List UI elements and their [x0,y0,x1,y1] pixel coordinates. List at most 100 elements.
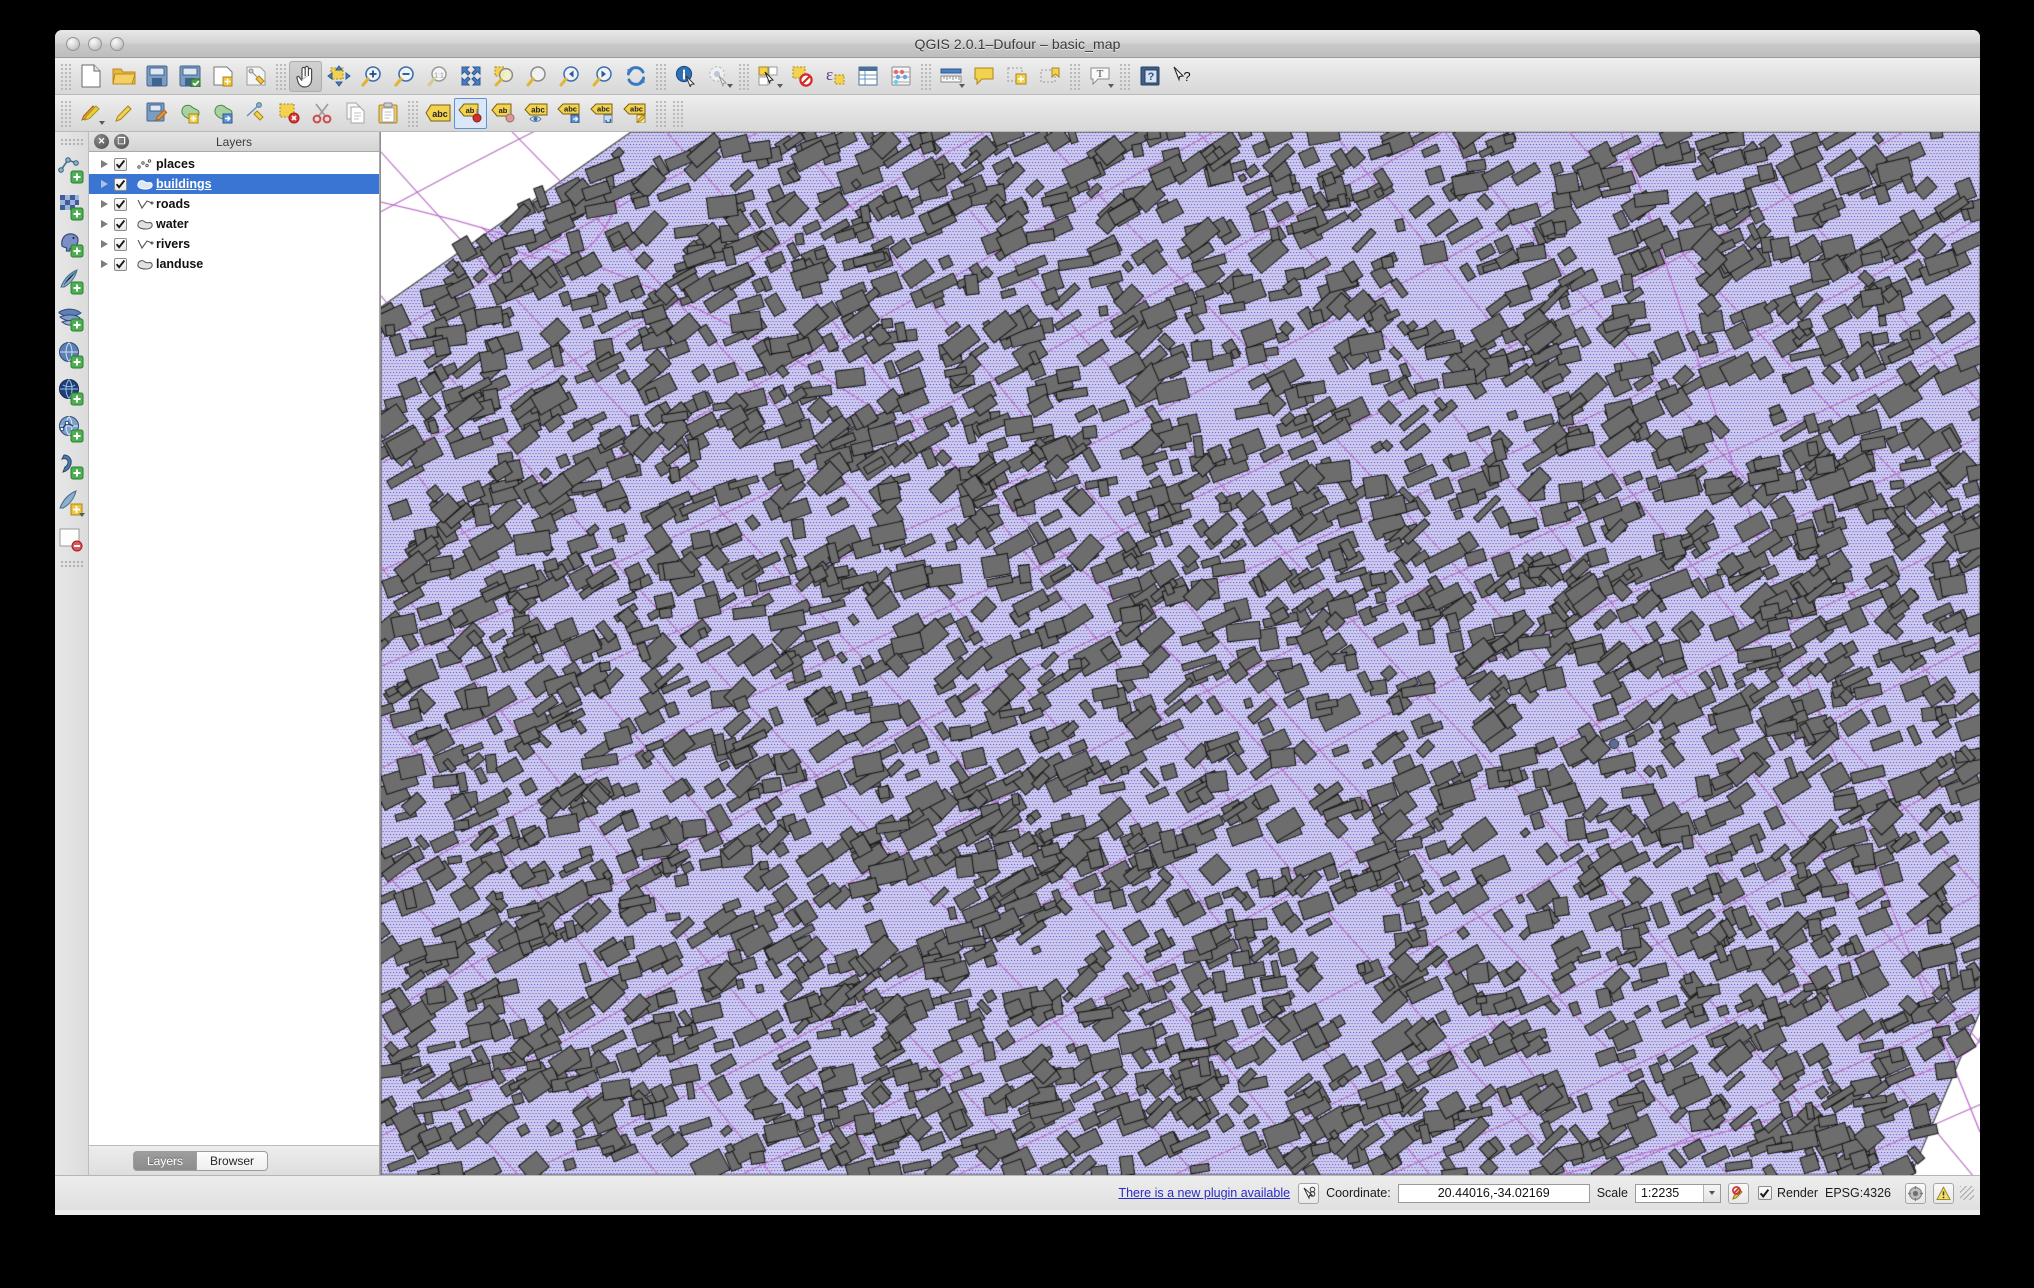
expand-layer-icon[interactable] [97,180,111,188]
node-tool-icon[interactable] [239,98,272,129]
layer-tree[interactable]: placesbuildingsroadswaterriverslanduse [89,152,379,1145]
toolbar-grip[interactable] [655,100,666,127]
toolbar-grip[interactable] [1119,63,1130,90]
tab-layers[interactable]: Layers [133,1151,197,1171]
map-tips-icon[interactable] [702,61,735,92]
remove-layer-icon[interactable] [57,521,87,558]
layer-visibility-checkbox[interactable] [114,178,127,191]
map-canvas-container[interactable] [380,132,1980,1175]
expand-layer-icon[interactable] [97,160,111,168]
zoom-in-icon[interactable] [355,61,388,92]
select-features-icon[interactable] [752,61,785,92]
toolbar-grip[interactable] [60,63,71,90]
render-checkbox[interactable] [1758,1186,1772,1200]
render-toggle[interactable]: Render [1758,1186,1818,1200]
crs-status-icon[interactable] [1905,1183,1926,1204]
toolbar-grip[interactable] [275,63,286,90]
zoom-next-icon[interactable] [586,61,619,92]
rotate-label-icon[interactable]: abc [586,98,619,129]
add-wcs-layer-icon[interactable] [57,336,87,373]
toolbar-grip[interactable] [672,100,683,127]
layer-row-places[interactable]: places [89,154,379,174]
map-canvas[interactable] [381,132,1980,1175]
save-project-icon[interactable] [140,61,173,92]
tab-browser[interactable]: Browser [197,1151,268,1171]
new-print-composer-icon[interactable] [206,61,239,92]
layer-visibility-checkbox[interactable] [114,158,127,171]
chevron-down-icon[interactable] [1703,1185,1720,1202]
new-spatialite-layer-icon[interactable] [57,484,87,521]
add-vector-layer-icon[interactable] [57,151,87,188]
toolbar-grip[interactable] [1069,63,1080,90]
add-mssql-layer-icon[interactable] [57,299,87,336]
move-feature-icon[interactable] [206,98,239,129]
message-log-icon[interactable] [1298,1183,1319,1204]
delete-selected-icon[interactable] [272,98,305,129]
layer-row-water[interactable]: water [89,214,379,234]
cut-features-icon[interactable] [305,98,338,129]
layer-row-roads[interactable]: roads [89,194,379,214]
open-attribute-table-icon[interactable] [851,61,884,92]
zoom-out-icon[interactable] [388,61,421,92]
plugin-available-link[interactable]: There is a new plugin available [1118,1186,1290,1200]
toolbar-grip[interactable] [655,63,666,90]
copy-features-icon[interactable] [338,98,371,129]
paste-features-icon[interactable] [371,98,404,129]
toolbar-grip[interactable] [407,100,418,127]
layer-visibility-checkbox[interactable] [114,218,127,231]
toggle-editing-icon[interactable] [107,98,140,129]
composer-manager-icon[interactable] [239,61,272,92]
add-spatialite-layer-icon[interactable] [57,262,87,299]
toolbar-grip[interactable] [60,560,84,569]
expand-layer-icon[interactable] [97,220,111,228]
text-annotation-icon[interactable]: T [1083,61,1116,92]
stop-rendering-icon[interactable] [1728,1183,1749,1204]
expand-layer-icon[interactable] [97,200,111,208]
add-wms-layer-icon[interactable] [57,373,87,410]
help-contents-icon[interactable]: ? [1133,61,1166,92]
window-controls[interactable] [66,37,124,51]
zoom-actual-size-icon[interactable]: 1:1 [421,61,454,92]
refresh-icon[interactable] [619,61,652,92]
zoom-full-icon[interactable] [454,61,487,92]
save-layer-edits-icon[interactable] [140,98,173,129]
add-postgis-layer-icon[interactable] [57,225,87,262]
zoom-to-selection-icon[interactable] [487,61,520,92]
show-hide-labels-icon[interactable]: abc [520,98,553,129]
layer-row-buildings[interactable]: buildings [89,174,379,194]
highlight-labels-icon[interactable]: ab [487,98,520,129]
identify-features-icon[interactable] [669,61,702,92]
minimize-window-button[interactable] [88,37,102,51]
layer-row-landuse[interactable]: landuse [89,254,379,274]
layer-row-rivers[interactable]: rivers [89,234,379,254]
close-window-button[interactable] [66,37,80,51]
layer-visibility-checkbox[interactable] [114,258,127,271]
open-project-icon[interactable] [107,61,140,92]
layer-labeling-icon[interactable]: abc [421,98,454,129]
statistical-summary-icon[interactable] [884,61,917,92]
add-raster-layer-icon[interactable] [57,188,87,225]
toolbar-grip[interactable] [60,100,71,127]
coordinate-input[interactable]: 20.44016,-34.02169 [1398,1184,1590,1203]
warning-icon[interactable] [1933,1183,1954,1204]
move-label-icon[interactable]: abc [553,98,586,129]
toolbar-grip[interactable] [920,63,931,90]
layer-visibility-checkbox[interactable] [114,198,127,211]
change-label-icon[interactable]: abc [619,98,652,129]
new-bookmark-icon[interactable] [1000,61,1033,92]
resize-grip[interactable] [1960,1186,1974,1200]
save-project-as-icon[interactable] [173,61,206,92]
toolbar-grip[interactable] [60,138,84,147]
new-project-icon[interactable] [74,61,107,92]
zoom-last-icon[interactable] [553,61,586,92]
show-bookmarks-icon[interactable] [1033,61,1066,92]
measure-line-icon[interactable] [934,61,967,92]
annotation-icon[interactable] [967,61,1000,92]
scale-combo[interactable]: 1:2235 [1635,1184,1721,1203]
expand-layer-icon[interactable] [97,240,111,248]
pan-to-selection-icon[interactable] [322,61,355,92]
add-feature-icon[interactable] [173,98,206,129]
pan-map-icon[interactable] [289,61,322,92]
zoom-window-button[interactable] [110,37,124,51]
zoom-to-layer-icon[interactable] [520,61,553,92]
